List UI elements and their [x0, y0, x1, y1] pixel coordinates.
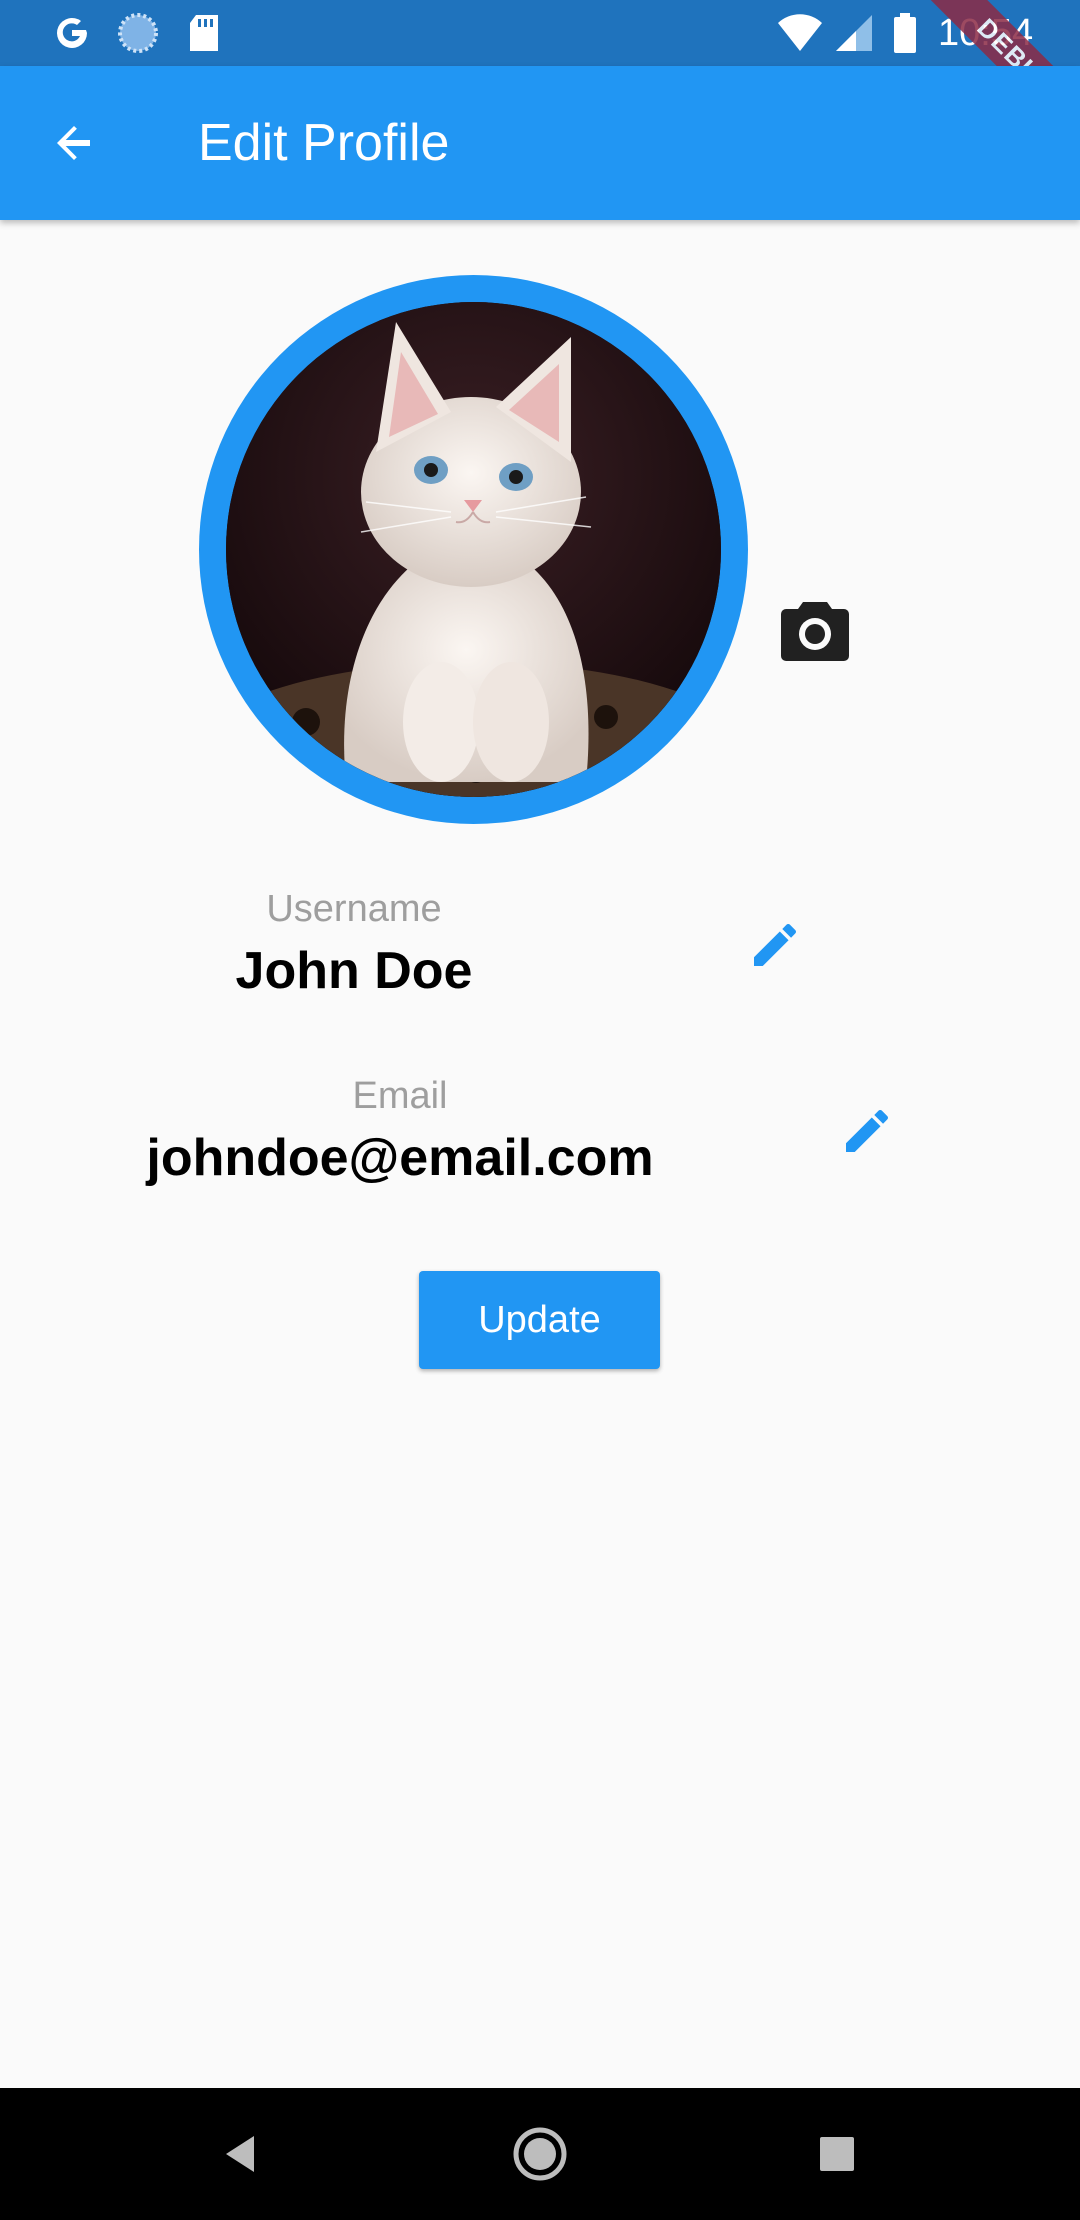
recents-square-icon	[820, 2137, 854, 2171]
nav-recents-button[interactable]	[797, 2114, 877, 2194]
nav-home-button[interactable]	[500, 2114, 580, 2194]
update-button[interactable]: Update	[419, 1271, 660, 1369]
camera-icon	[781, 602, 849, 661]
back-button[interactable]	[34, 103, 114, 183]
sd-card-icon	[184, 8, 224, 58]
arrow-back-icon	[57, 126, 90, 160]
avatar-ring	[199, 275, 748, 824]
battery-icon	[892, 8, 918, 58]
status-time: 10:54	[938, 12, 1034, 54]
kitten-photo	[226, 302, 721, 797]
back-triangle-icon	[226, 2136, 254, 2172]
pencil-icon	[754, 923, 797, 966]
edit-username-button[interactable]	[739, 909, 811, 981]
app-bar: Edit Profile	[0, 66, 1080, 220]
wifi-icon	[776, 8, 824, 58]
email-label: Email	[352, 1075, 448, 1117]
sync-icon	[116, 8, 160, 58]
nav-back-button[interactable]	[200, 2114, 280, 2194]
change-photo-button[interactable]	[775, 590, 855, 670]
edit-email-button[interactable]	[831, 1095, 903, 1167]
status-bar: 10:54	[0, 0, 1080, 66]
google-icon	[50, 8, 94, 58]
email-value: johndoe@email.com	[146, 1129, 654, 1187]
home-circle-icon	[513, 2127, 567, 2181]
pencil-icon	[846, 1109, 889, 1152]
username-value: John Doe	[235, 942, 473, 1000]
avatar	[226, 302, 721, 797]
page-title: Edit Profile	[198, 114, 450, 172]
username-label: Username	[266, 888, 442, 930]
system-nav-bar	[0, 2088, 1080, 2220]
signal-icon	[834, 8, 874, 58]
